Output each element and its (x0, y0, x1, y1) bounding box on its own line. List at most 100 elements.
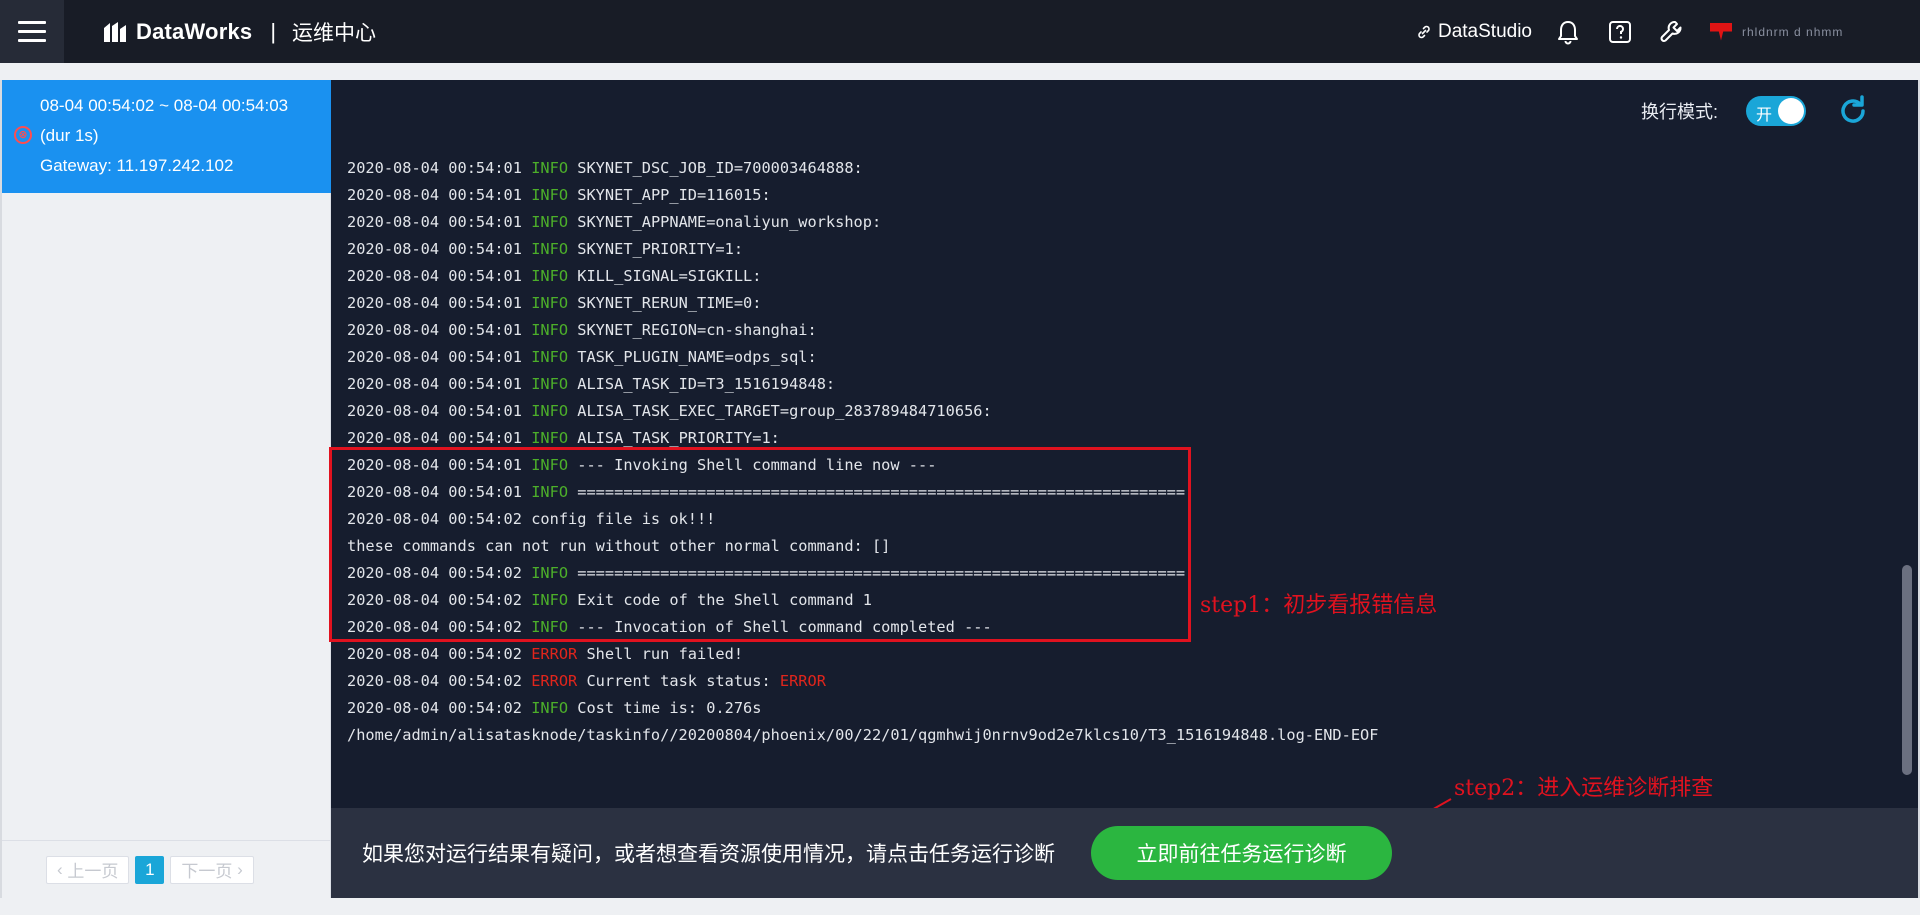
log-message: SKYNET_REGION=cn-shanghai: (577, 321, 817, 339)
log-level: INFO (531, 294, 578, 312)
step2-annotation: step2：进入运维诊断排查 (1454, 776, 1714, 801)
log-toolbar: 换行模式: 开 (1641, 94, 1870, 128)
run-time-range: 08-04 00:54:02 ~ 08-04 00:54:03 (40, 96, 289, 115)
log-timestamp: 2020-08-04 00:54:01 (347, 186, 532, 204)
chevron-right-icon: › (232, 859, 243, 879)
toggle-text: 开 (1756, 107, 1773, 124)
error-highlight-box (329, 447, 1191, 642)
log-timestamp: 2020-08-04 00:54:02 (347, 672, 532, 690)
log-message: ALISA_TASK_ID=T3_1516194848: (577, 375, 836, 393)
log-line: 2020-08-04 00:54:01 INFO SKYNET_RERUN_TI… (347, 290, 1378, 317)
log-line: 2020-08-04 00:54:01 INFO ALISA_TASK_ID=T… (347, 371, 1378, 398)
run-duration: (dur 1s) (40, 126, 99, 145)
log-level: INFO (531, 240, 578, 258)
log-message: ALISA_TASK_EXEC_TARGET=group_28378948471… (577, 402, 992, 420)
log-line: 2020-08-04 00:54:01 INFO TASK_PLUGIN_NAM… (347, 344, 1378, 371)
log-level: INFO (531, 186, 578, 204)
log-level: INFO (531, 348, 578, 366)
top-bar: DataWorks | 运维中心 DataStudio rhldnrm d nh… (0, 0, 1920, 63)
pagination: ‹ 上一页 1 下一页 › (2, 840, 331, 898)
log-message: Current task status: (586, 672, 780, 690)
log-level: INFO (531, 375, 578, 393)
log-line: 2020-08-04 00:54:02 ERROR Shell run fail… (347, 641, 1378, 668)
log-level: INFO (531, 699, 578, 717)
hamburger-menu-icon[interactable] (0, 0, 64, 63)
log-timestamp: 2020-08-04 00:54:01 (347, 321, 532, 339)
log-status-value: ERROR (779, 672, 826, 690)
refresh-icon[interactable] (1836, 94, 1870, 128)
wrap-mode-toggle[interactable]: 开 (1746, 96, 1806, 126)
log-level: INFO (531, 267, 578, 285)
user-name: rhldnrm d nhmm (1742, 24, 1844, 39)
log-level: INFO (531, 321, 578, 339)
bottom-gap (0, 898, 1920, 915)
module-name: 运维中心 (292, 21, 377, 45)
log-timestamp: 2020-08-04 00:54:01 (347, 267, 532, 285)
step1-annotation: step1：初步看报错信息 (1200, 593, 1438, 618)
log-level: ERROR (531, 645, 587, 663)
log-level: ERROR (531, 672, 587, 690)
help-icon[interactable] (1606, 18, 1634, 46)
log-timestamp: 2020-08-04 00:54:01 (347, 348, 532, 366)
log-line: 2020-08-04 00:54:02 ERROR Current task s… (347, 668, 1378, 695)
log-timestamp: 2020-08-04 00:54:01 (347, 159, 532, 177)
diagnostic-prompt: 如果您对运行结果有疑问，或者想查看资源使用情况，请点击任务运行诊断 (362, 843, 1055, 866)
error-status-icon: ⊗ (14, 126, 32, 144)
log-message: /home/admin/alisatasknode/taskinfo//2020… (347, 726, 1379, 744)
log-line: 2020-08-04 00:54:01 INFO SKYNET_REGION=c… (347, 317, 1378, 344)
log-message: SKYNET_RERUN_TIME=0: (577, 294, 762, 312)
next-page-button[interactable]: 下一页 › (170, 855, 254, 884)
log-timestamp: 2020-08-04 00:54:01 (347, 375, 532, 393)
log-level: INFO (531, 213, 578, 231)
brand-separator: | (270, 18, 277, 44)
log-timestamp: 2020-08-04 00:54:01 (347, 240, 532, 258)
log-line: 2020-08-04 00:54:01 INFO SKYNET_DSC_JOB_… (347, 155, 1378, 182)
dataworks-logo-icon (104, 21, 126, 42)
log-message: SKYNET_PRIORITY=1: (577, 240, 744, 258)
log-line: 2020-08-04 00:54:02 INFO Cost time is: 0… (347, 695, 1378, 722)
brand[interactable]: DataWorks | 运维中心 (102, 17, 376, 47)
run-gateway: Gateway: 11.197.242.102 (40, 156, 234, 175)
brand-name: DataWorks (136, 18, 253, 44)
log-message: SKYNET_DSC_JOB_ID=700003464888: (577, 159, 863, 177)
current-page[interactable]: 1 (135, 855, 165, 884)
log-line: 2020-08-04 00:54:01 INFO KILL_SIGNAL=SIG… (347, 263, 1378, 290)
log-message: KILL_SIGNAL=SIGKILL: (577, 267, 762, 285)
datastudio-link[interactable]: DataStudio (1416, 21, 1532, 43)
run-list-panel: ⊗ 08-04 00:54:02 ~ 08-04 00:54:03 (dur 1… (2, 80, 331, 898)
log-timestamp: 2020-08-04 00:54:01 (347, 402, 532, 420)
log-timestamp: 2020-08-04 00:54:01 (347, 213, 532, 231)
log-line: 2020-08-04 00:54:01 INFO SKYNET_APPNAME=… (347, 209, 1378, 236)
log-timestamp: 2020-08-04 00:54:02 (347, 645, 532, 663)
log-message: ALISA_TASK_PRIORITY=1: (577, 429, 780, 447)
top-gap (0, 63, 1920, 80)
chevron-left-icon: ‹ (57, 859, 68, 879)
log-line: 2020-08-04 00:54:01 INFO SKYNET_PRIORITY… (347, 236, 1378, 263)
run-diagnostic-button[interactable]: 立即前往任务运行诊断 (1091, 826, 1392, 880)
toggle-knob (1778, 98, 1804, 124)
wrench-icon[interactable] (1658, 18, 1686, 46)
log-message: TASK_PLUGIN_NAME=odps_sql: (577, 348, 817, 366)
log-level: INFO (531, 429, 578, 447)
log-timestamp: 2020-08-04 00:54:01 (347, 294, 532, 312)
log-timestamp: 2020-08-04 00:54:02 (347, 699, 532, 717)
log-line: /home/admin/alisatasknode/taskinfo//2020… (347, 722, 1378, 749)
log-message: SKYNET_APP_ID=116015: (577, 186, 771, 204)
wrap-mode-label: 换行模式: (1640, 102, 1718, 122)
user-menu[interactable]: rhldnrm d nhmm (1710, 12, 1910, 52)
bell-icon[interactable] (1554, 18, 1582, 46)
log-level: INFO (531, 159, 578, 177)
log-scrollbar[interactable] (1902, 565, 1912, 775)
run-list-item[interactable]: ⊗ 08-04 00:54:02 ~ 08-04 00:54:03 (dur 1… (2, 80, 331, 193)
diagnostic-bar: 如果您对运行结果有疑问，或者想查看资源使用情况，请点击任务运行诊断 立即前往任务… (331, 808, 1918, 898)
log-timestamp: 2020-08-04 00:54:01 (347, 429, 532, 447)
log-message: Cost time is: 0.276s (577, 699, 762, 717)
log-panel: 换行模式: 开 2020-08-04 00:54:01 INFO SKYNET_… (331, 80, 1918, 808)
log-line: 2020-08-04 00:54:01 INFO ALISA_TASK_EXEC… (347, 398, 1378, 425)
prev-page-button[interactable]: ‹ 上一页 (46, 855, 130, 884)
log-message: Shell run failed! (586, 645, 744, 663)
log-message: SKYNET_APPNAME=onaliyun_workshop: (577, 213, 882, 231)
datastudio-label: DataStudio (1437, 20, 1532, 42)
user-avatar-icon (1710, 22, 1732, 41)
log-line: 2020-08-04 00:54:01 INFO SKYNET_APP_ID=1… (347, 182, 1378, 209)
